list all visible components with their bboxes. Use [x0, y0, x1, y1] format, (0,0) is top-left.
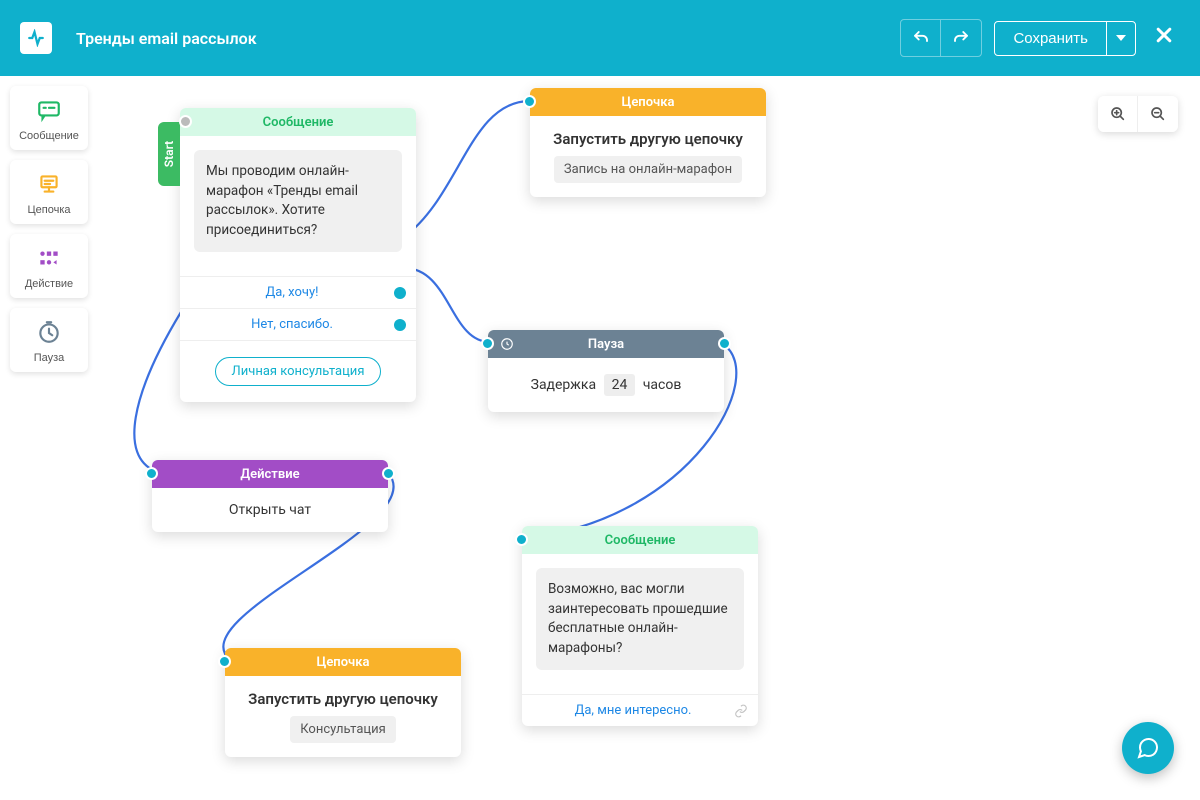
pause-prefix: Задержка	[531, 377, 596, 393]
port-in[interactable]	[179, 115, 192, 128]
node-header: Пауза	[488, 330, 724, 358]
option-consult[interactable]: Личная консультация	[215, 357, 382, 386]
save-dropdown[interactable]	[1107, 22, 1135, 55]
flow-subtitle: Консультация	[290, 716, 395, 743]
flow-canvas[interactable]: Start Сообщение Мы проводим онлайн-мараф…	[0, 76, 1200, 800]
undo-redo-group	[900, 19, 982, 57]
save-button[interactable]: Сохранить	[995, 22, 1107, 55]
app-logo	[20, 22, 52, 54]
flow-title: Запустить другую цепочку	[239, 690, 447, 708]
port-in[interactable]	[515, 533, 528, 546]
message-text: Возможно, вас могли заинтересовать проше…	[536, 568, 744, 670]
app-header: Тренды email рассылок Сохранить	[0, 0, 1200, 76]
node-action[interactable]: Действие Открыть чат	[152, 460, 388, 532]
node-header: Цепочка	[225, 648, 461, 676]
port-out[interactable]	[382, 467, 395, 480]
option-no[interactable]: Нет, спасибо.	[180, 308, 416, 340]
flow-title: Запустить другую цепочку	[544, 130, 752, 148]
chat-fab[interactable]	[1122, 722, 1174, 774]
option-interested[interactable]: Да, мне интересно.	[522, 694, 758, 726]
node-header: Цепочка	[530, 88, 766, 116]
message-text: Мы проводим онлайн-марафон «Тренды email…	[194, 150, 402, 252]
redo-button[interactable]	[941, 20, 981, 56]
port-out[interactable]	[718, 337, 731, 350]
port-out[interactable]	[394, 319, 406, 331]
start-tab: Start	[158, 122, 180, 186]
port-in[interactable]	[145, 467, 158, 480]
node-header: Сообщение	[180, 108, 416, 136]
port-in[interactable]	[218, 655, 231, 668]
zoom-out-button[interactable]	[1138, 96, 1178, 132]
node-header: Сообщение	[522, 526, 758, 554]
pause-suffix: часов	[643, 377, 682, 393]
page-title: Тренды email рассылок	[76, 29, 900, 48]
undo-button[interactable]	[901, 20, 941, 56]
port-in[interactable]	[523, 95, 536, 108]
pause-value: 24	[604, 374, 636, 396]
save-group: Сохранить	[994, 21, 1136, 56]
zoom-in-button[interactable]	[1098, 96, 1138, 132]
node-message-start[interactable]: Start Сообщение Мы проводим онлайн-мараф…	[180, 108, 416, 402]
node-flow-2[interactable]: Цепочка Запустить другую цепочку Консуль…	[225, 648, 461, 757]
flow-subtitle: Запись на онлайн-марафон	[554, 156, 742, 183]
node-pause[interactable]: Пауза Задержка 24 часов	[488, 330, 724, 412]
port-in[interactable]	[481, 337, 494, 350]
node-header: Действие	[152, 460, 388, 488]
option-yes[interactable]: Да, хочу!	[180, 276, 416, 308]
link-icon	[734, 704, 748, 718]
close-button[interactable]	[1148, 18, 1180, 58]
port-out[interactable]	[394, 287, 406, 299]
node-message-2[interactable]: Сообщение Возможно, вас могли заинтересо…	[522, 526, 758, 726]
zoom-controls	[1098, 96, 1178, 132]
action-text: Открыть чат	[152, 488, 388, 532]
node-flow-1[interactable]: Цепочка Запустить другую цепочку Запись …	[530, 88, 766, 197]
